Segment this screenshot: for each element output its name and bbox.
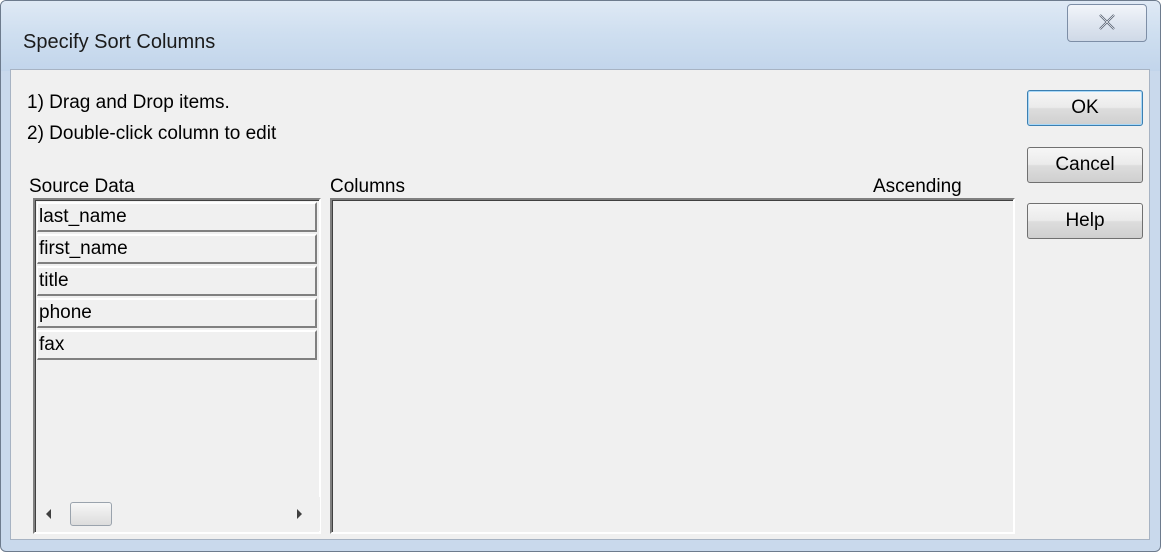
source-item-last-name[interactable]: last_name — [37, 202, 317, 232]
scroll-right-icon[interactable] — [294, 507, 304, 521]
sort-columns-dialog: Specify Sort Columns 1) Drag and Drop it… — [0, 0, 1161, 552]
horizontal-scrollbar[interactable] — [36, 497, 320, 531]
source-item-fax[interactable]: fax — [37, 330, 317, 360]
instruction-drag-drop: 1) Drag and Drop items. — [27, 92, 230, 113]
instruction-double-click: 2) Double-click column to edit — [27, 123, 277, 144]
source-data-label: Source Data — [29, 176, 135, 197]
dialog-title: Specify Sort Columns — [23, 31, 216, 53]
ok-button[interactable]: OK — [1027, 90, 1143, 126]
sort-columns-list[interactable] — [330, 198, 1015, 534]
source-data-list[interactable]: last_name first_name title phone fax — [33, 198, 321, 534]
scrollbar-thumb[interactable] — [70, 502, 112, 526]
source-item-phone[interactable]: phone — [37, 298, 317, 328]
scroll-left-icon[interactable] — [44, 507, 54, 521]
help-button[interactable]: Help — [1027, 203, 1143, 239]
dialog-body: 1) Drag and Drop items. 2) Double-click … — [10, 69, 1150, 540]
source-item-title[interactable]: title — [37, 266, 317, 296]
source-item-first-name[interactable]: first_name — [37, 234, 317, 264]
ascending-label: Ascending — [873, 176, 962, 197]
close-icon — [1099, 14, 1115, 30]
title-bar[interactable]: Specify Sort Columns — [1, 1, 1160, 71]
close-button[interactable] — [1067, 4, 1147, 42]
cancel-button[interactable]: Cancel — [1027, 147, 1143, 183]
columns-label: Columns — [330, 176, 405, 197]
